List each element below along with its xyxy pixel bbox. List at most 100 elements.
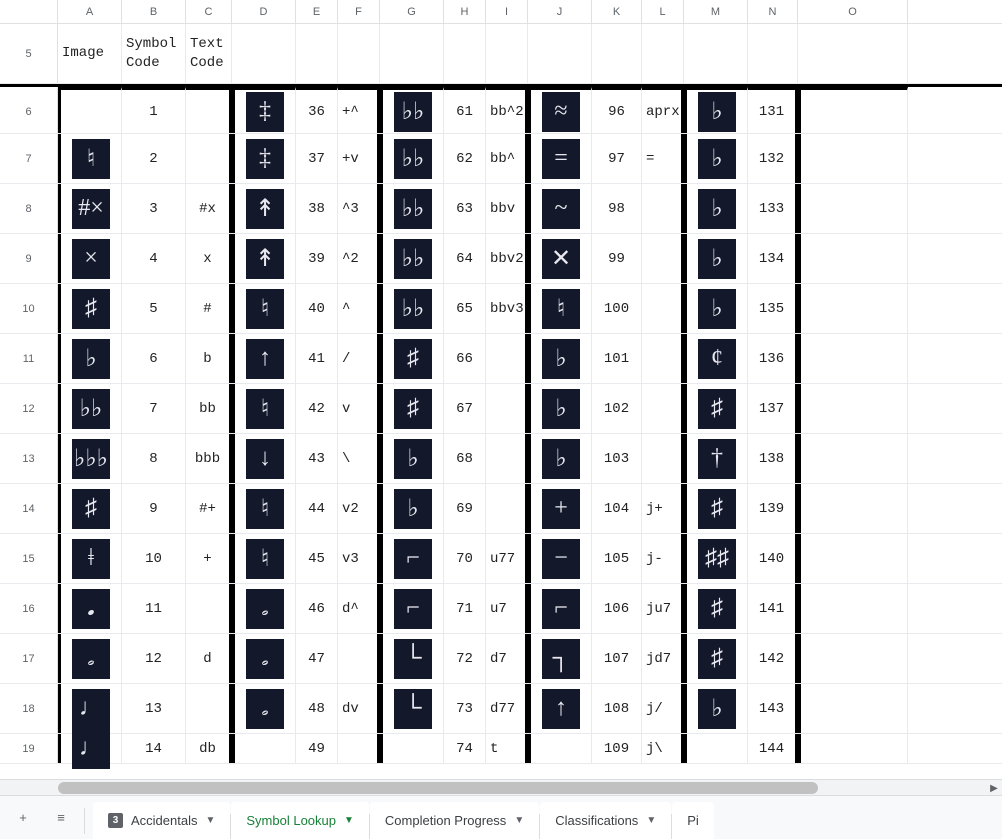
cell[interactable]: ♮ — [232, 384, 296, 433]
cell[interactable]: ↑ — [232, 334, 296, 383]
header-corner[interactable] — [0, 0, 58, 23]
cell[interactable]: 36 — [296, 87, 338, 133]
cell[interactable]: v2 — [338, 484, 380, 533]
cell[interactable]: ^ — [338, 284, 380, 333]
cell[interactable]: db — [186, 734, 232, 763]
cell-M5[interactable] — [684, 24, 748, 83]
col-head-C[interactable]: C — [186, 0, 232, 23]
cell[interactable]: v3 — [338, 534, 380, 583]
cell[interactable]: 132 — [748, 134, 798, 183]
cell[interactable]: = — [642, 134, 684, 183]
cell[interactable]: j/ — [642, 684, 684, 733]
cell[interactable]: ♭♭♭ — [58, 434, 122, 483]
cell[interactable]: j+ — [642, 484, 684, 533]
cell-G5[interactable] — [380, 24, 444, 83]
cell[interactable]: 𝅗 — [232, 584, 296, 633]
cell[interactable]: ♯ — [684, 384, 748, 433]
cell[interactable]: ♭♭ — [380, 284, 444, 333]
cell[interactable]: ≈ — [528, 87, 592, 133]
cell[interactable]: ♭ — [684, 684, 748, 733]
cell-K5[interactable] — [592, 24, 642, 83]
cell[interactable]: b — [186, 334, 232, 383]
cell[interactable]: 38 — [296, 184, 338, 233]
col-head-J[interactable]: J — [528, 0, 592, 23]
cell[interactable] — [798, 584, 908, 633]
cell[interactable]: 109 — [592, 734, 642, 763]
cell[interactable]: t — [486, 734, 528, 763]
cell[interactable]: 10 — [122, 534, 186, 583]
cell[interactable]: 37 — [296, 134, 338, 183]
cell[interactable] — [642, 334, 684, 383]
cell[interactable]: 99 — [592, 234, 642, 283]
cell[interactable]: 39 — [296, 234, 338, 283]
cell[interactable]: 137 — [748, 384, 798, 433]
cell[interactable]: 46 — [296, 584, 338, 633]
chevron-down-icon[interactable]: ▼ — [514, 815, 524, 826]
cell[interactable] — [186, 584, 232, 633]
cell[interactable]: 9 — [122, 484, 186, 533]
cell[interactable] — [798, 87, 908, 133]
cell[interactable]: #+ — [186, 484, 232, 533]
cell[interactable]: 135 — [748, 284, 798, 333]
cell[interactable]: bbb — [186, 434, 232, 483]
row-head[interactable]: 9 — [0, 234, 58, 283]
cell[interactable] — [798, 184, 908, 233]
cell[interactable]: 1 — [122, 87, 186, 133]
cell[interactable]: j- — [642, 534, 684, 583]
cell[interactable]: ♭♭ — [380, 134, 444, 183]
col-head-O[interactable]: O — [798, 0, 908, 23]
sheet-tab[interactable]: Pi — [672, 802, 714, 839]
cell[interactable]: ♭ — [684, 184, 748, 233]
cell[interactable]: v — [338, 384, 380, 433]
cell[interactable] — [232, 734, 296, 763]
cell[interactable]: 40 — [296, 284, 338, 333]
cell[interactable]: 142 — [748, 634, 798, 683]
cell[interactable]: ↑ — [528, 684, 592, 733]
chevron-down-icon[interactable]: ▼ — [344, 815, 354, 826]
row-head[interactable]: 17 — [0, 634, 58, 683]
cell[interactable]: 102 — [592, 384, 642, 433]
horizontal-scrollbar[interactable]: ▶ — [0, 779, 1002, 795]
cell[interactable]: bbv2 — [486, 234, 528, 283]
cell[interactable]: 70 — [444, 534, 486, 583]
cell[interactable]: ♯ — [684, 484, 748, 533]
cell[interactable]: + — [186, 534, 232, 583]
col-head-A[interactable]: A — [58, 0, 122, 23]
row-head[interactable]: 15 — [0, 534, 58, 583]
cell[interactable]: ♭ — [684, 134, 748, 183]
cell[interactable]: ♯ — [380, 334, 444, 383]
cell-B5[interactable]: Symbol Code — [122, 24, 186, 83]
cell[interactable]: └ — [380, 634, 444, 683]
cell[interactable]: ♭♭ — [380, 234, 444, 283]
cell[interactable]: ♭ — [528, 384, 592, 433]
cell[interactable] — [798, 434, 908, 483]
cell-F5[interactable] — [338, 24, 380, 83]
cell[interactable] — [798, 634, 908, 683]
cell[interactable] — [186, 87, 232, 133]
cell[interactable]: 47 — [296, 634, 338, 683]
col-head-D[interactable]: D — [232, 0, 296, 23]
scrollbar-thumb[interactable] — [58, 782, 818, 794]
cell[interactable]: ♯ — [58, 484, 122, 533]
cell[interactable] — [486, 334, 528, 383]
cell[interactable]: └ — [380, 684, 444, 733]
cell[interactable]: ǂ — [58, 534, 122, 583]
cell[interactable]: x — [186, 234, 232, 283]
cell[interactable] — [798, 534, 908, 583]
cell[interactable]: 63 — [444, 184, 486, 233]
cell[interactable]: ^2 — [338, 234, 380, 283]
cell[interactable]: 8 — [122, 434, 186, 483]
grid-viewport[interactable]: 5 Image Symbol Code Text Code 61‡36+^♭♭6… — [0, 24, 1002, 779]
cell[interactable]: 139 — [748, 484, 798, 533]
cell[interactable]: 61 — [444, 87, 486, 133]
cell[interactable]: 105 — [592, 534, 642, 583]
cell[interactable]: † — [684, 434, 748, 483]
col-head-E[interactable]: E — [296, 0, 338, 23]
cell[interactable]: ^3 — [338, 184, 380, 233]
cell[interactable] — [798, 334, 908, 383]
cell[interactable]: bb^ — [486, 134, 528, 183]
cell[interactable]: dv — [338, 684, 380, 733]
cell[interactable]: ‡ — [232, 87, 296, 133]
cell[interactable]: 49 — [296, 734, 338, 763]
cell[interactable]: # — [186, 284, 232, 333]
